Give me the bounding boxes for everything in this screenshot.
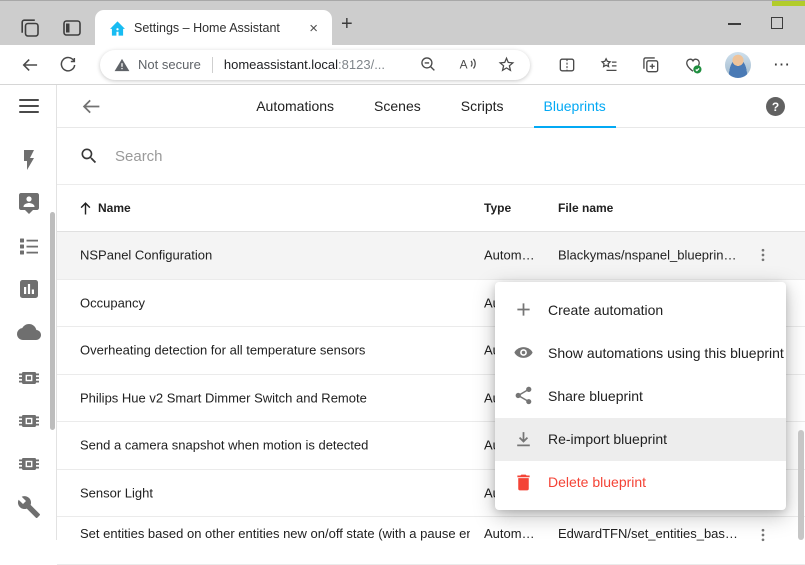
menu-item-share-blueprint[interactable]: Share blueprint: [495, 374, 786, 417]
column-type[interactable]: Type: [484, 201, 511, 215]
not-secure-warning-icon[interactable]: [114, 57, 130, 73]
tab-blueprints[interactable]: Blueprints: [524, 85, 626, 128]
tab-title: Settings – Home Assistant: [134, 21, 305, 35]
row-overflow-menu-icon[interactable]: [754, 246, 772, 264]
menu-item-create-automation[interactable]: Create automation: [495, 288, 786, 331]
ha-header: Automations Scenes Scripts Blueprints ?: [57, 85, 805, 128]
profile-avatar[interactable]: [725, 52, 751, 78]
tab-close-icon[interactable]: ×: [305, 20, 322, 37]
url-host: homeassistant.local: [224, 57, 338, 72]
screen-edge-artifact: [772, 1, 805, 6]
ha-nav-tabs: Automations Scenes Scripts Blueprints: [236, 85, 626, 128]
share-icon: [513, 385, 534, 406]
sidebar-item-tools-icon[interactable]: [17, 495, 41, 519]
search-row: [57, 128, 805, 185]
tab-workspaces-icon[interactable]: [18, 16, 42, 40]
blueprint-context-menu: Create automation Show automations using…: [495, 282, 786, 510]
ha-back-icon[interactable]: [81, 96, 102, 117]
sort-ascending-icon[interactable]: [77, 200, 94, 217]
table-row[interactable]: NSPanel Configuration Autom… Blackymas/n…: [57, 232, 805, 280]
browser-back-icon[interactable]: [20, 55, 40, 75]
sidebar-item-addons-icon[interactable]: [17, 452, 41, 476]
svg-text:A: A: [460, 57, 468, 71]
tab-scenes[interactable]: Scenes: [354, 85, 441, 128]
ha-sidebar: [0, 85, 57, 540]
tab-automations[interactable]: Automations: [236, 85, 354, 128]
column-name[interactable]: Name: [98, 201, 131, 215]
window-maximize-button[interactable]: [771, 17, 783, 29]
browser-tab-strip: Settings – Home Assistant × +: [0, 0, 805, 45]
sidebar-item-integrations-icon[interactable]: [17, 409, 41, 433]
menu-item-show-automations[interactable]: Show automations using this blueprint: [495, 331, 786, 374]
new-tab-icon[interactable]: +: [341, 13, 353, 36]
tab-scripts[interactable]: Scripts: [441, 85, 524, 128]
trash-icon: [513, 472, 534, 493]
table-header: Name Type File name: [57, 185, 805, 232]
row-overflow-menu-icon[interactable]: [754, 526, 772, 544]
window-minimize-button[interactable]: [728, 23, 741, 25]
browser-menu-icon[interactable]: ⋯: [773, 55, 791, 75]
table-row[interactable]: Set entities based on other entities new…: [57, 517, 805, 565]
search-input[interactable]: [113, 147, 513, 166]
download-icon: [513, 429, 534, 450]
sidebar-scrollbar[interactable]: [50, 212, 55, 430]
browser-essentials-icon[interactable]: [683, 55, 703, 75]
menu-item-reimport-blueprint[interactable]: Re-import blueprint: [495, 418, 786, 461]
sidebar-item-cloud-icon[interactable]: [17, 320, 41, 344]
sidebar-menu-icon[interactable]: [19, 99, 39, 117]
split-screen-icon[interactable]: [557, 55, 577, 75]
page-scrollbar[interactable]: [798, 430, 804, 540]
sidebar-item-voice-assistants-icon[interactable]: [17, 191, 41, 215]
sidebar-item-areas-icon[interactable]: [17, 234, 41, 258]
browser-toolbar: Not secure homeassistant.local :8123/...…: [0, 45, 805, 85]
browser-tab[interactable]: Settings – Home Assistant ×: [95, 10, 332, 46]
read-aloud-icon[interactable]: A: [458, 55, 477, 74]
address-bar[interactable]: Not secure homeassistant.local :8123/...…: [100, 50, 530, 80]
refresh-icon[interactable]: [58, 55, 78, 75]
sidebar-item-devices-icon[interactable]: [17, 366, 41, 390]
column-file-name[interactable]: File name: [558, 201, 613, 215]
address-divider: [212, 57, 213, 73]
favorites-bar-icon[interactable]: [599, 55, 619, 75]
home-assistant-favicon: [109, 20, 126, 37]
eye-icon: [513, 342, 534, 363]
favorite-star-icon[interactable]: [497, 55, 516, 74]
url-path: :8123/...: [338, 57, 385, 72]
search-icon: [79, 146, 99, 166]
menu-item-delete-blueprint[interactable]: Delete blueprint: [495, 461, 786, 504]
sidebar-item-dashboards-icon[interactable]: [17, 277, 41, 301]
sidebar-item-automations-icon[interactable]: [17, 148, 41, 172]
help-icon[interactable]: ?: [766, 97, 785, 116]
collections-add-icon[interactable]: [641, 55, 661, 75]
plus-icon: [513, 299, 534, 320]
toggle-pane-icon[interactable]: [60, 16, 84, 40]
zoom-out-icon[interactable]: [419, 55, 438, 74]
security-status-label: Not secure: [138, 57, 201, 72]
